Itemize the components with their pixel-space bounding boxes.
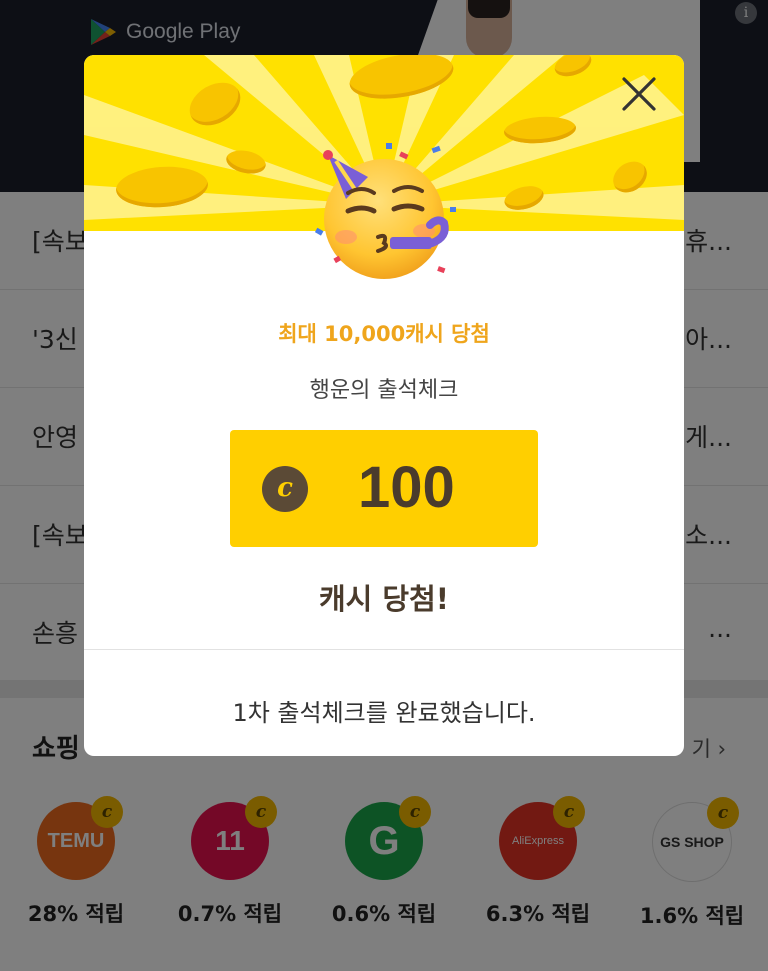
cash-result-label: 캐시 당첨!	[318, 582, 450, 616]
attendance-title: 행운의 출석체크	[309, 378, 459, 403]
modal-divider	[84, 649, 684, 650]
attendance-modal: 최대 10,000캐시 당첨 행운의 출석체크 c 100 캐시 당첨! 1차 …	[84, 55, 684, 756]
close-icon[interactable]	[620, 75, 658, 113]
party-face-emoji-icon	[314, 143, 456, 279]
completion-message: 1차 출석체크를 완료했습니다.	[232, 699, 536, 727]
cash-amount: 100	[358, 455, 455, 520]
cash-amount-box: c 100	[230, 430, 538, 547]
max-prize-subtitle: 최대 10,000캐시 당첨	[278, 322, 490, 346]
cash-coin-icon: c	[262, 466, 308, 512]
